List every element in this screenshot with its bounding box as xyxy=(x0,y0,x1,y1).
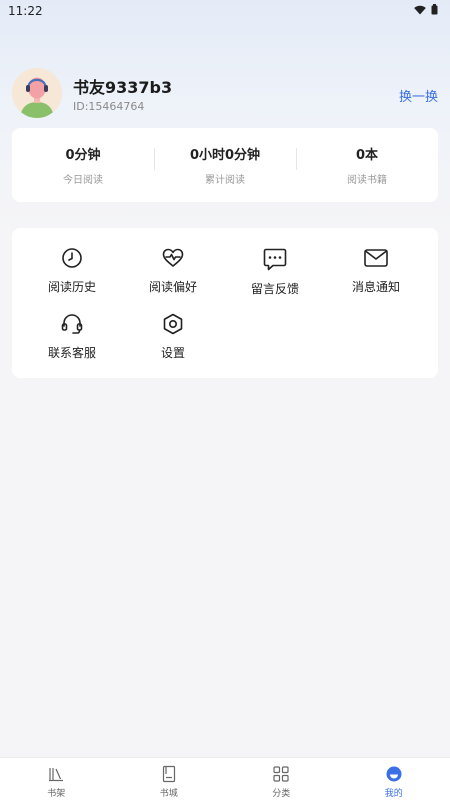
clock-icon xyxy=(22,246,122,270)
menu-item-reading-history[interactable]: 阅读历史 xyxy=(22,246,122,306)
menu-item-settings[interactable]: 设置 xyxy=(123,312,223,372)
reading-stats-card: 0分钟 今日阅读 0小时0分钟 累计阅读 0本 阅读书籍 xyxy=(12,128,438,202)
stat-today: 0分钟 今日阅读 xyxy=(12,144,154,186)
stat-books-value: 0本 xyxy=(355,148,379,163)
wifi-icon xyxy=(414,4,426,18)
menu-label-settings: 设置 xyxy=(160,346,185,360)
mail-icon xyxy=(326,246,426,270)
stat-total: 0小时0分钟 累计阅读 xyxy=(154,144,296,186)
tab-mine[interactable]: 我的 xyxy=(338,758,450,800)
tab-label-categories: 分类 xyxy=(272,789,291,799)
menu-item-feedback[interactable]: 留言反馈 xyxy=(225,246,325,306)
menu-label-reading-history: 阅读历史 xyxy=(47,280,96,294)
menu-label-feedback: 留言反馈 xyxy=(250,282,299,296)
menu-label-notifications: 消息通知 xyxy=(351,280,400,294)
menu-item-customer-service[interactable]: 联系客服 xyxy=(22,312,122,372)
grid-icon xyxy=(225,765,338,783)
tab-bookstore[interactable]: 书城 xyxy=(113,758,226,800)
tab-categories[interactable]: 分类 xyxy=(225,758,338,800)
function-menu-card: 阅读历史 阅读偏好 留言反馈 消息通知 联系客服 设置 xyxy=(12,228,438,378)
heart-pulse-icon xyxy=(123,246,223,270)
stat-today-value: 0分钟 xyxy=(65,148,101,163)
user-id: ID:15464764 xyxy=(73,100,145,113)
status-bar: 11:22 xyxy=(0,0,450,22)
settings-hex-icon xyxy=(123,312,223,336)
bookshelf-icon xyxy=(0,765,113,783)
menu-item-notifications[interactable]: 消息通知 xyxy=(326,246,426,306)
switch-avatar-button[interactable]: 换一换 xyxy=(399,86,438,105)
battery-icon xyxy=(431,4,438,18)
menu-label-customer-service: 联系客服 xyxy=(47,346,96,360)
avatar[interactable] xyxy=(12,68,62,118)
stat-today-label: 今日阅读 xyxy=(63,175,103,186)
stat-books-label: 阅读书籍 xyxy=(347,175,387,186)
stat-total-label: 累计阅读 xyxy=(205,175,245,186)
status-time: 11:22 xyxy=(8,4,43,18)
tab-label-mine: 我的 xyxy=(384,789,403,799)
tab-label-bookshelf: 书架 xyxy=(47,789,66,799)
stat-total-value: 0小时0分钟 xyxy=(189,148,261,163)
chat-bubble-icon xyxy=(225,246,325,272)
stat-books: 0本 阅读书籍 xyxy=(296,144,438,186)
tab-label-bookstore: 书城 xyxy=(159,789,178,799)
tab-bookshelf[interactable]: 书架 xyxy=(0,758,113,800)
username: 书友9337b3 xyxy=(73,78,173,97)
book-icon xyxy=(113,765,226,783)
profile-header: 书友9337b3 ID:15464764 换一换 xyxy=(12,68,442,120)
headset-icon xyxy=(22,312,122,336)
profile-icon xyxy=(338,765,450,783)
menu-item-reading-preference[interactable]: 阅读偏好 xyxy=(123,246,223,306)
bottom-tab-bar: 书架 书城 分类 我的 xyxy=(0,757,450,800)
menu-label-reading-preference: 阅读偏好 xyxy=(148,280,197,294)
